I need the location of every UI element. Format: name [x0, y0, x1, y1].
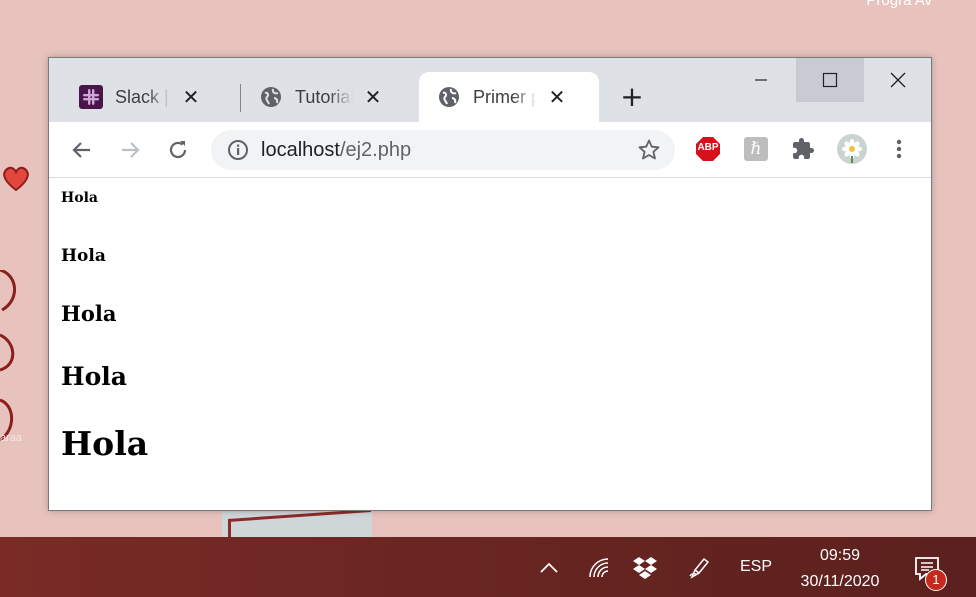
address-bar[interactable]: localhost/ej2.php: [211, 130, 675, 170]
heading-h6: Hola: [61, 190, 98, 206]
slack-icon: [79, 85, 103, 109]
minimize-icon: [755, 79, 767, 81]
maximize-icon: [822, 72, 838, 88]
close-tab-icon[interactable]: ✕: [545, 85, 569, 110]
globe-icon: [261, 87, 281, 107]
desktop-icon-label[interactable]: Progra Av: [866, 0, 932, 9]
wifi-button[interactable]: [586, 555, 612, 581]
heading-h2: Hola: [61, 424, 149, 463]
adblock-label: ABP: [697, 142, 719, 153]
heart-decoration: [3, 166, 29, 192]
tab-strip: Slack | Canal ✕ Tutorial 5 PHP ✕ Primer …: [49, 58, 931, 122]
url-path: /ej2.php: [339, 139, 412, 161]
dropbox-button[interactable]: [632, 555, 658, 581]
arrow-left-icon: [72, 142, 90, 158]
tab-title: Primer programa: [473, 86, 537, 108]
tab-slack[interactable]: Slack | Canal ✕: [79, 72, 239, 122]
url-text[interactable]: localhost/ej2.php: [261, 139, 411, 162]
maximize-button[interactable]: [796, 58, 864, 102]
tab-primer-programa[interactable]: Primer programa ✕: [419, 72, 599, 122]
wallpaper-photo: [222, 512, 372, 538]
reload-button[interactable]: [163, 135, 193, 165]
more-menu-button[interactable]: [885, 135, 913, 163]
h-extension-icon[interactable]: ℏ: [742, 135, 770, 163]
reload-icon: [169, 141, 187, 159]
tab-title: Tutorial 5 PHP: [295, 86, 353, 108]
notification-count-badge: 1: [925, 569, 947, 591]
h-extension-badge: ℏ: [744, 137, 768, 161]
close-tab-icon[interactable]: ✕: [179, 85, 203, 110]
dropbox-icon: [633, 557, 657, 579]
back-button[interactable]: [67, 135, 97, 165]
heading-h3: Hola: [61, 362, 127, 391]
adblock-plus-icon[interactable]: ABP: [694, 135, 722, 163]
language-indicator[interactable]: ESP: [740, 558, 772, 576]
decoration-text: araa: [0, 432, 23, 444]
clock-time: 09:59: [819, 547, 861, 564]
tab-title: Slack | Canal: [115, 86, 171, 108]
bookmark-star-icon[interactable]: [637, 138, 661, 162]
show-hidden-icons-button[interactable]: [536, 555, 562, 581]
profile-avatar-icon[interactable]: [836, 133, 868, 165]
heading-h4: Hola: [61, 301, 117, 326]
puzzle-extensions-icon[interactable]: [789, 135, 817, 163]
tab-tutorial[interactable]: Tutorial 5 PHP ✕: [259, 72, 409, 122]
browser-window: Slack | Canal ✕ Tutorial 5 PHP ✕ Primer …: [48, 57, 932, 511]
close-tab-icon[interactable]: ✕: [361, 85, 385, 110]
new-tab-button[interactable]: +: [617, 82, 647, 112]
clock-date: 30/11/2020: [800, 573, 880, 590]
avatar: [837, 134, 867, 164]
browser-toolbar: localhost/ej2.php ABP ℏ: [49, 122, 931, 178]
page-content: Hola Hola Hola Hola Hola: [49, 178, 931, 510]
pen-icon: [689, 557, 710, 579]
arrow-right-icon: [122, 142, 140, 158]
more-vertical-icon: [896, 139, 902, 159]
heading-h5: Hola: [61, 246, 106, 266]
info-icon[interactable]: [227, 139, 249, 161]
url-host: localhost: [261, 139, 340, 161]
tab-separator: [240, 84, 241, 112]
chevron-up-icon: [540, 562, 558, 573]
puzzle-icon: [793, 138, 814, 159]
minimize-button[interactable]: [727, 58, 795, 102]
globe-icon: [439, 87, 459, 107]
taskbar: ESP 09:59 30/11/2020 1: [0, 537, 976, 597]
clock[interactable]: 09:59 30/11/2020: [788, 543, 892, 595]
forward-button[interactable]: [115, 135, 145, 165]
close-window-button[interactable]: [864, 58, 932, 102]
wifi-icon: [589, 558, 609, 578]
close-icon: [890, 72, 906, 88]
pen-button[interactable]: [686, 555, 712, 581]
